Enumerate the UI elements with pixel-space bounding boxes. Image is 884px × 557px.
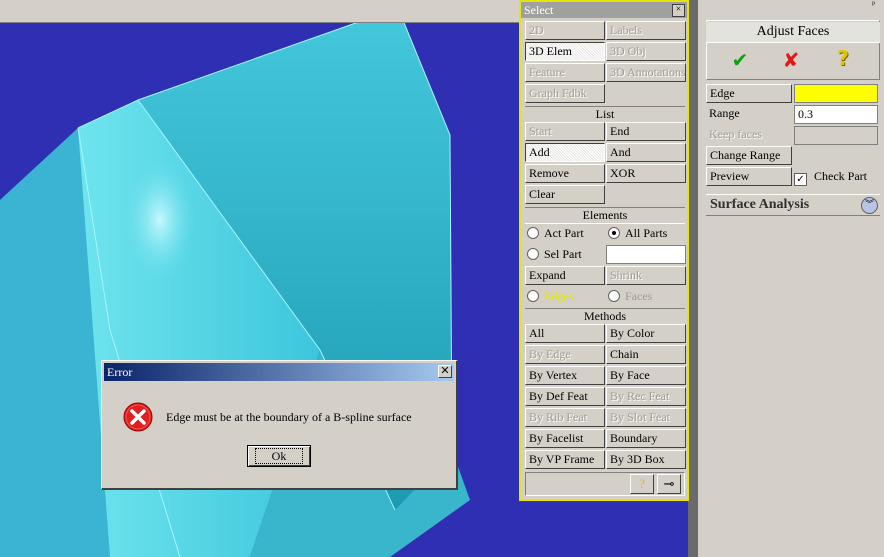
edges-radio[interactable]: Edges bbox=[527, 288, 573, 304]
select-2d-button[interactable]: 2D bbox=[525, 21, 605, 40]
method-chain-button[interactable]: Chain bbox=[606, 345, 686, 364]
select-labels-button[interactable]: Labels bbox=[606, 21, 686, 40]
error-icon bbox=[123, 402, 153, 432]
change-range-button[interactable]: Change Range bbox=[706, 146, 792, 165]
panel-splitter[interactable] bbox=[688, 0, 698, 557]
method-by-face-button[interactable]: By Face bbox=[606, 366, 686, 385]
help-icon[interactable]: ? bbox=[831, 48, 855, 68]
dock-pin-icon[interactable]: ⊸ bbox=[657, 474, 681, 494]
radio-icon bbox=[527, 248, 539, 260]
method-by-edge-button[interactable]: By Edge bbox=[525, 345, 605, 364]
list-xor-button[interactable]: XOR bbox=[606, 164, 686, 183]
range-input[interactable]: 0.3 bbox=[794, 105, 878, 124]
sel-part-radio[interactable]: Sel Part bbox=[527, 246, 582, 262]
sel-part-input[interactable] bbox=[606, 245, 686, 264]
ok-button[interactable]: Ok bbox=[247, 445, 311, 467]
shrink-button[interactable]: Shrink bbox=[606, 266, 686, 285]
method-by-3d-box-button[interactable]: By 3D Box bbox=[606, 450, 686, 469]
select-3d-elem-button[interactable]: 3D Elem bbox=[525, 42, 605, 61]
range-label: Range bbox=[706, 105, 792, 124]
viewport-toolbar bbox=[0, 0, 520, 23]
method-by-slot-feat-button[interactable]: By Slot Feat bbox=[606, 408, 686, 427]
keep-faces-label: Keep faces bbox=[706, 126, 792, 145]
adjust-faces-title: Adjust Faces bbox=[706, 22, 880, 43]
method-by-color-button[interactable]: By Color bbox=[606, 324, 686, 343]
method-by-facelist-button[interactable]: By Facelist bbox=[525, 429, 605, 448]
select-panel: Select × List Elements Act Part All Part… bbox=[519, 0, 689, 501]
select-feature-button[interactable]: Feature bbox=[525, 63, 605, 82]
list-remove-button[interactable]: Remove bbox=[525, 164, 605, 183]
select-graph-fdbk-button[interactable]: Graph Fdbk bbox=[525, 84, 605, 103]
all-parts-radio[interactable]: All Parts bbox=[608, 225, 667, 241]
check-part-checkbox[interactable]: ✓ Check Part bbox=[794, 169, 867, 186]
keep-faces-field bbox=[794, 126, 878, 145]
help-icon[interactable]: ? bbox=[630, 474, 654, 494]
radio-icon bbox=[608, 290, 620, 302]
methods-section-header: Methods bbox=[525, 308, 685, 325]
method-by-rib-feat-button[interactable]: By Rib Feat bbox=[525, 408, 605, 427]
elements-section-header: Elements bbox=[525, 207, 685, 224]
pin-icon[interactable]: ᵖ bbox=[872, 0, 882, 10]
error-dialog-title: Error bbox=[107, 365, 133, 379]
expand-button[interactable]: Expand bbox=[525, 266, 605, 285]
preview-button[interactable]: Preview bbox=[706, 167, 792, 186]
close-icon[interactable]: × bbox=[672, 4, 685, 17]
act-part-radio[interactable]: Act Part bbox=[527, 225, 584, 241]
checkbox-checked-icon: ✓ bbox=[794, 173, 807, 186]
error-dialog: Error ✕ Edge must be at the boundary of … bbox=[101, 360, 458, 490]
list-end-button[interactable]: End bbox=[606, 122, 686, 141]
method-boundary-button[interactable]: Boundary bbox=[606, 429, 686, 448]
radio-checked-icon bbox=[608, 227, 620, 239]
faces-radio[interactable]: Faces bbox=[608, 288, 652, 304]
edge-button[interactable]: Edge bbox=[706, 84, 792, 103]
radio-icon bbox=[527, 290, 539, 302]
select-panel-footer: ? ⊸ bbox=[525, 472, 685, 496]
error-message: Edge must be at the boundary of a B-spli… bbox=[166, 410, 412, 424]
chevron-down-icon[interactable]: ︾ bbox=[861, 197, 878, 214]
list-and-button[interactable]: And bbox=[606, 143, 686, 162]
method-by-vertex-button[interactable]: By Vertex bbox=[525, 366, 605, 385]
select-3d-annotations-button[interactable]: 3D Annotations bbox=[606, 63, 686, 82]
list-start-button[interactable]: Start bbox=[525, 122, 605, 141]
surface-analysis-label: Surface Analysis bbox=[710, 197, 810, 212]
close-icon[interactable]: ✕ bbox=[438, 365, 452, 378]
list-clear-button[interactable]: Clear bbox=[525, 185, 605, 204]
radio-icon bbox=[527, 227, 539, 239]
method-by-def-feat-button[interactable]: By Def Feat bbox=[525, 387, 605, 406]
list-section-header: List bbox=[525, 106, 685, 123]
error-dialog-titlebar: Error ✕ bbox=[104, 363, 454, 381]
method-by-vp-frame-button[interactable]: By VP Frame bbox=[525, 450, 605, 469]
edge-field[interactable] bbox=[794, 84, 878, 103]
check-icon[interactable]: ✔ bbox=[728, 50, 752, 70]
cross-icon[interactable]: ✘ bbox=[779, 50, 803, 70]
method-all-button[interactable]: All bbox=[525, 324, 605, 343]
select-3d-obj-button[interactable]: 3D Obj bbox=[606, 42, 686, 61]
select-panel-title: Select bbox=[521, 2, 687, 18]
list-add-button[interactable]: Add bbox=[525, 143, 605, 162]
method-by-rec-feat-button[interactable]: By Rec Feat bbox=[606, 387, 686, 406]
